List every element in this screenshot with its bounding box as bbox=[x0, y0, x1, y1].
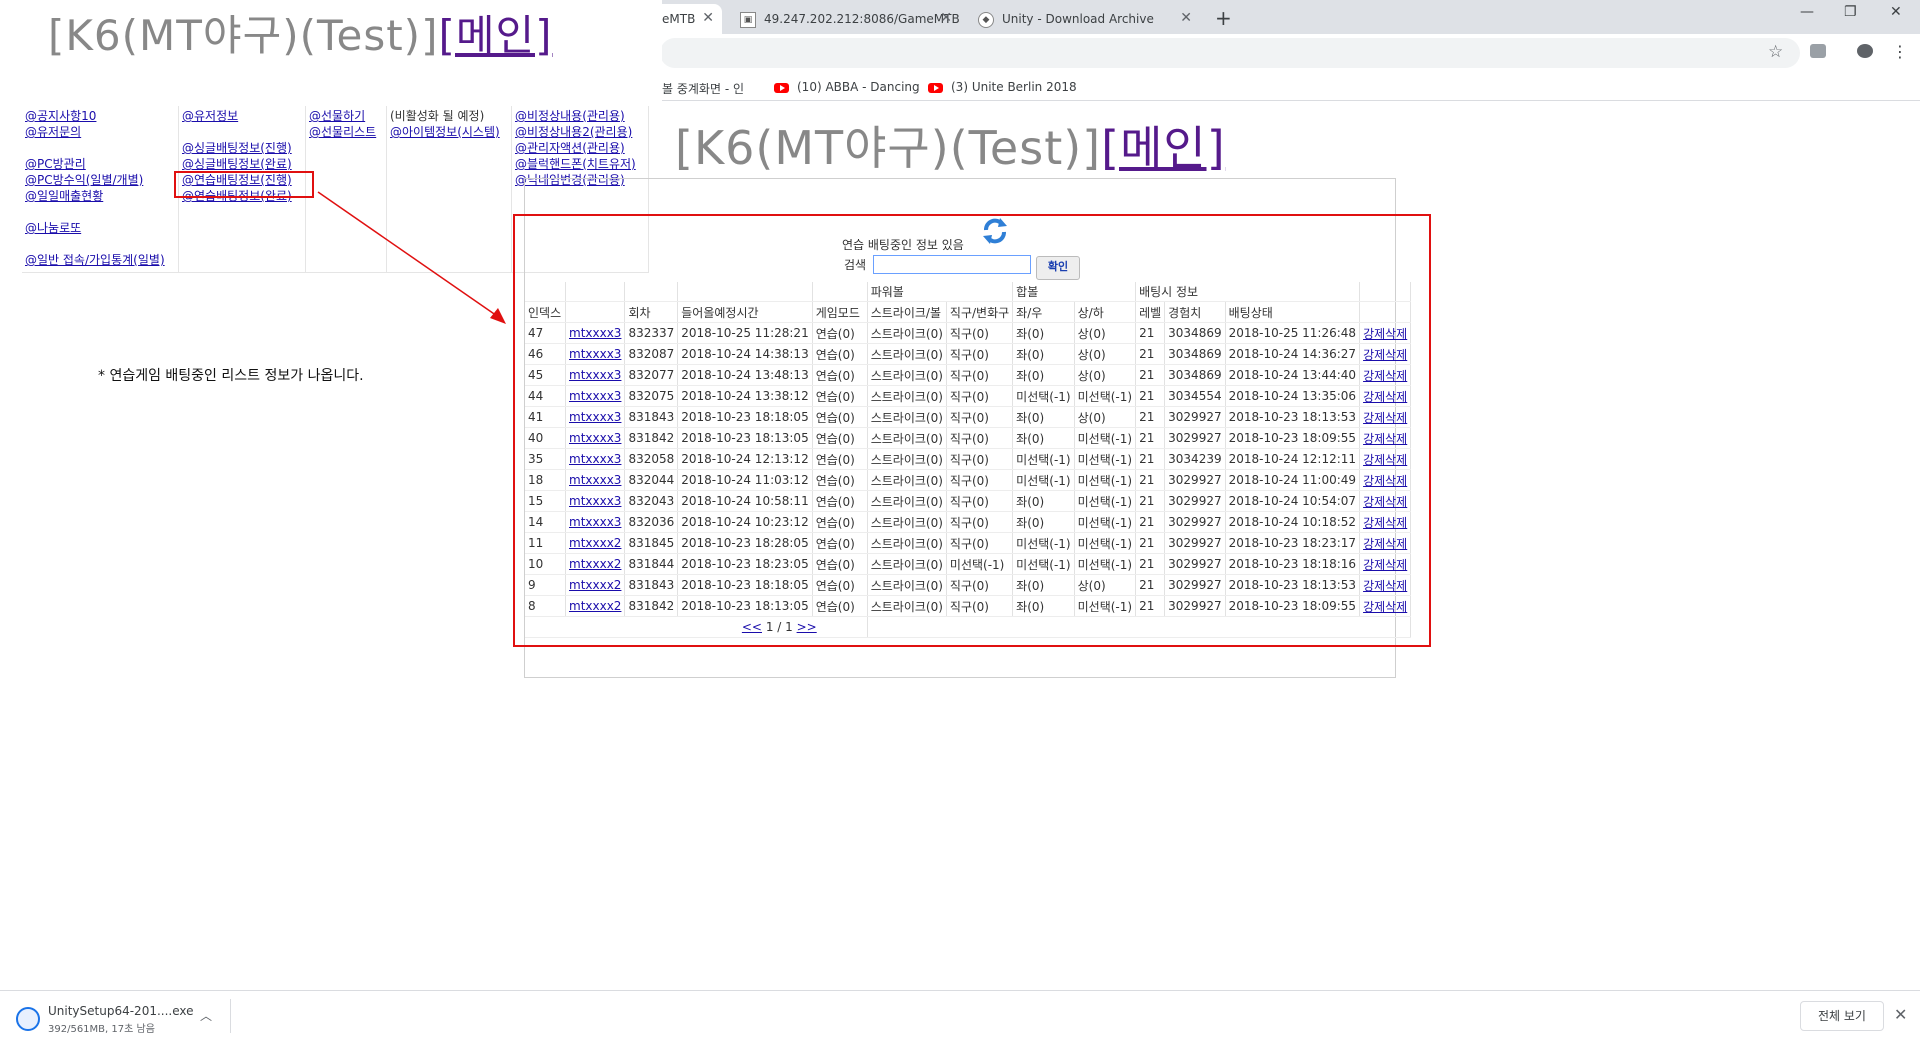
download-shelf: UnitySetup64-201....exe 392/561MB, 17초 남… bbox=[0, 990, 1920, 1041]
address-bar[interactable] bbox=[660, 38, 1800, 68]
menu-link[interactable]: @유저정보 bbox=[182, 108, 302, 124]
close-icon[interactable]: ✕ bbox=[1180, 10, 1192, 26]
menu-note: (비활성화 될 예정) bbox=[390, 109, 485, 123]
installer-icon bbox=[16, 1007, 40, 1031]
menu-link[interactable]: @일일매출현황 bbox=[25, 188, 175, 204]
menu-link[interactable]: @PC방수익(일별/개별) bbox=[25, 172, 175, 188]
restore-icon[interactable]: ❐ bbox=[1844, 4, 1857, 20]
menu-link[interactable]: @유저문의 bbox=[25, 124, 175, 140]
bookmark-item[interactable]: 볼 중계화면 - 인 bbox=[662, 80, 744, 97]
menu-link[interactable]: @싱글배팅정보(완료) bbox=[182, 156, 302, 172]
menu-link[interactable]: @비정상내용(관리용) bbox=[515, 108, 645, 124]
menu-link[interactable]: @비정상내용2(관리용) bbox=[515, 124, 645, 140]
menu-dots-icon[interactable]: ⋮ bbox=[1892, 42, 1908, 61]
browser-tab-active[interactable]: eMTB ✕ bbox=[654, 4, 722, 34]
menu-link[interactable]: @일반 접속/가입통계(일별) bbox=[25, 252, 175, 268]
bookmark-item[interactable]: (3) Unite Berlin 2018 bbox=[928, 80, 1077, 94]
menu-link[interactable]: @선물하기 bbox=[309, 108, 383, 124]
menu-column: @공지사항10 @유저문의 @PC방관리 @PC방수익(일별/개별) @일일매출… bbox=[22, 106, 179, 273]
new-tab-button[interactable]: + bbox=[1215, 6, 1232, 30]
menu-link[interactable]: @싱글배팅정보(진행) bbox=[182, 140, 302, 156]
youtube-icon bbox=[774, 82, 789, 93]
menu-link[interactable]: @블럭핸드폰(치트유저) bbox=[515, 156, 645, 172]
download-status: 392/561MB, 17초 남음 bbox=[48, 1024, 155, 1035]
menu-column: (비활성화 될 예정) @아이템정보(시스템) bbox=[386, 106, 512, 273]
star-icon[interactable]: ☆ bbox=[1768, 42, 1783, 62]
show-all-button[interactable]: 전체 보기 bbox=[1800, 1001, 1884, 1031]
main-link[interactable]: [메인] bbox=[438, 11, 552, 60]
close-icon[interactable]: ✕ bbox=[940, 10, 952, 26]
highlight-box bbox=[513, 214, 1431, 647]
download-filename[interactable]: UnitySetup64-201....exe bbox=[48, 1004, 194, 1018]
menu-link[interactable]: @공지사항10 bbox=[25, 108, 175, 124]
minimize-icon[interactable]: — bbox=[1800, 4, 1814, 20]
menu-column: @선물하기 @선물리스트 bbox=[305, 106, 387, 273]
youtube-icon bbox=[928, 82, 943, 93]
menu-link[interactable]: @관리자액션(관리용) bbox=[515, 140, 645, 156]
bookmark-item[interactable]: (10) ABBA - Dancing bbox=[774, 80, 920, 94]
page-icon: ▣ bbox=[740, 12, 756, 28]
annotation-note: * 연습게임 배팅중인 리스트 정보가 나옵니다. bbox=[98, 368, 364, 384]
site-title: [K6(MT야구)(Test)] bbox=[48, 11, 439, 60]
main-link[interactable]: [메인] bbox=[1101, 121, 1226, 175]
page-title: [K6(MT야구)(Test)][메인] bbox=[675, 112, 1226, 178]
site-title: [K6(MT야구)(Test)] bbox=[675, 121, 1102, 175]
unity-icon: ◆ bbox=[978, 12, 994, 28]
profile-icon[interactable] bbox=[1857, 44, 1873, 58]
bookmark-label: (10) ABBA - Dancing bbox=[797, 80, 920, 94]
bookmark-label: (3) Unite Berlin 2018 bbox=[951, 80, 1077, 94]
close-icon[interactable]: ✕ bbox=[1894, 1005, 1907, 1024]
tab-title: 49.247.202.212:8086/GameMTB bbox=[764, 12, 960, 26]
window-close-icon[interactable]: ✕ bbox=[1890, 4, 1902, 20]
chevron-up-icon[interactable]: ︿ bbox=[200, 1007, 212, 1024]
tab-title: Unity - Download Archive bbox=[1002, 12, 1154, 26]
overlay-title: [K6(MT야구)(Test)][메인] bbox=[48, 2, 553, 63]
divider bbox=[230, 999, 231, 1033]
menu-link[interactable]: @아이템정보(시스템) bbox=[390, 124, 508, 140]
menu-link[interactable]: @나눔로또 bbox=[25, 220, 175, 236]
menu-link[interactable]: @선물리스트 bbox=[309, 124, 383, 140]
highlight-box bbox=[174, 171, 314, 198]
menu-link[interactable]: @PC방관리 bbox=[25, 156, 175, 172]
extension-icon[interactable] bbox=[1810, 44, 1826, 58]
browser-tab[interactable]: ◆ Unity - Download Archive ✕ bbox=[968, 4, 1200, 34]
close-icon[interactable]: ✕ bbox=[702, 10, 714, 26]
browser-tab[interactable]: ▣ 49.247.202.212:8086/GameMTB ✕ bbox=[730, 4, 960, 34]
